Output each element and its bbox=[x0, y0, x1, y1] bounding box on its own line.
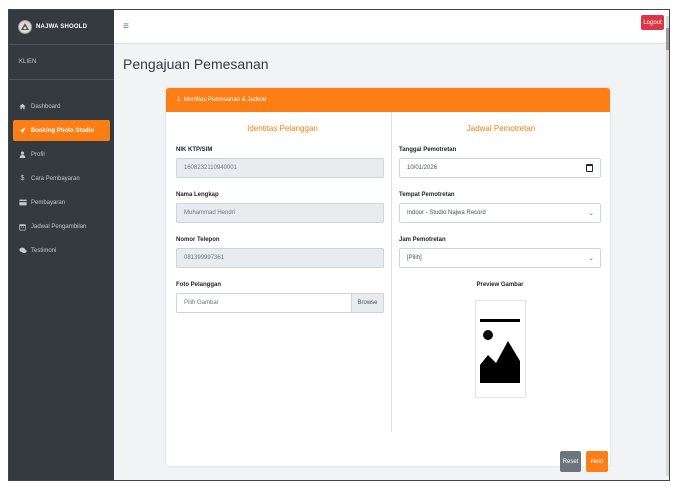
chevron-down-icon: ⌄ bbox=[588, 210, 594, 217]
phone-value: 081399997361 bbox=[184, 255, 225, 261]
date-label: Tanggal Pemotretan bbox=[399, 147, 457, 153]
place-value: Indoor - Studio Najwa Record bbox=[407, 210, 486, 216]
send-icon bbox=[18, 127, 27, 134]
sidebar-item-testimoni[interactable]: Testimoni bbox=[13, 240, 110, 261]
customer-section-title: Identitas Pelanggan bbox=[247, 124, 318, 133]
sidebar: NAJWA SHOOLD KLIEN Dashboard Booking Pho… bbox=[9, 10, 114, 480]
brand[interactable]: NAJWA SHOOLD bbox=[9, 10, 114, 45]
schedule-section-title: Jadwal Pemotretan bbox=[466, 124, 536, 133]
calendar-icon bbox=[18, 223, 27, 231]
sidebar-item-booking-photo-studio[interactable]: Booking Photo Studio bbox=[13, 120, 110, 141]
date-value: 10/01/2026 bbox=[407, 165, 438, 171]
schedule-section: Jadwal Pemotretan Tanggal Pemotretan 10/… bbox=[399, 112, 603, 432]
app-window: NAJWA SHOOLD KLIEN Dashboard Booking Pho… bbox=[8, 9, 670, 481]
time-select[interactable]: [Pilih] ⌄ bbox=[399, 248, 601, 268]
user-panel: KLIEN bbox=[9, 45, 114, 80]
sidebar-item-label: Dashboard bbox=[31, 103, 61, 110]
image-preview bbox=[474, 300, 526, 398]
preview-label: Preview Gambar bbox=[476, 282, 524, 288]
sidebar-item-profil[interactable]: Profil bbox=[13, 144, 110, 165]
credit-card-icon bbox=[18, 199, 27, 206]
topbar: ≡ Logout bbox=[114, 10, 669, 44]
date-field[interactable]: 10/01/2026 bbox=[399, 158, 601, 178]
user-role-label: KLIEN bbox=[19, 59, 37, 65]
place-label: Tempat Pemotretan bbox=[399, 192, 455, 198]
photo-file-input[interactable]: Pilih Gambar Browse bbox=[176, 293, 384, 313]
sidebar-item-label: Booking Photo Studio bbox=[31, 127, 94, 134]
brand-name: NAJWA SHOOLD bbox=[36, 24, 88, 30]
sidebar-item-pembayaran[interactable]: Pembayaran bbox=[13, 192, 110, 213]
photo-label: Foto Pelanggan bbox=[176, 282, 221, 288]
phone-field[interactable]: 081399997361 bbox=[176, 248, 384, 268]
sidebar-item-cara-pembayaran[interactable]: $ Cara Pembayaran bbox=[13, 168, 110, 189]
user-icon bbox=[18, 151, 27, 158]
calendar-picker-icon[interactable] bbox=[586, 164, 593, 172]
logout-button[interactable]: Logout bbox=[641, 15, 664, 30]
nik-label: NIK KTP/SIM bbox=[176, 147, 213, 153]
page-title: Pengajuan Pemesanan bbox=[123, 56, 269, 72]
sidebar-item-label: Jadwal Pengambilan bbox=[31, 223, 87, 230]
nik-field[interactable]: 1608232110940001 bbox=[176, 158, 384, 178]
brand-logo-icon bbox=[18, 20, 32, 34]
phone-label: Nomor Telepon bbox=[176, 237, 220, 243]
chevron-down-icon: ⌄ bbox=[588, 255, 594, 262]
name-value: Muhammad Hendri bbox=[184, 210, 236, 216]
sidebar-item-dashboard[interactable]: Dashboard bbox=[13, 96, 110, 117]
menu-toggle-icon[interactable]: ≡ bbox=[123, 21, 129, 32]
home-icon bbox=[18, 103, 27, 110]
sidebar-item-label: Pembayaran bbox=[31, 199, 66, 206]
sidebar-nav: Dashboard Booking Photo Studio Profil $ … bbox=[9, 80, 114, 261]
next-button[interactable]: Next bbox=[586, 451, 608, 472]
card-header: 1. Identitas Pemesanan & Jadwal bbox=[166, 88, 610, 112]
name-field[interactable]: Muhammad Hendri bbox=[176, 203, 384, 223]
sidebar-item-label: Cara Pembayaran bbox=[31, 175, 80, 182]
booking-card: 1. Identitas Pemesanan & Jadwal Identita… bbox=[166, 88, 610, 472]
time-label: Jam Pemotretan bbox=[399, 237, 446, 243]
name-label: Nama Lengkap bbox=[176, 192, 219, 198]
scrollbar-thumb[interactable] bbox=[666, 28, 669, 50]
browse-button[interactable]: Browse bbox=[351, 294, 383, 312]
time-value: [Pilih] bbox=[407, 255, 422, 261]
dollar-icon: $ bbox=[20, 175, 25, 182]
image-placeholder-icon bbox=[478, 307, 522, 391]
customer-section: Identitas Pelanggan NIK KTP/SIM 16082321… bbox=[174, 112, 392, 432]
page-scrollbar[interactable] bbox=[666, 16, 669, 476]
photo-file-placeholder[interactable]: Pilih Gambar bbox=[177, 294, 351, 312]
reset-button[interactable]: Reset bbox=[560, 451, 581, 472]
nik-value: 1608232110940001 bbox=[184, 165, 237, 171]
sidebar-item-jadwal-pengambilan[interactable]: Jadwal Pengambilan bbox=[13, 216, 110, 237]
place-select[interactable]: Indoor - Studio Najwa Record ⌄ bbox=[399, 203, 601, 223]
sidebar-item-label: Testimoni bbox=[31, 247, 57, 254]
sidebar-item-label: Profil bbox=[31, 151, 45, 158]
comments-icon bbox=[18, 247, 27, 254]
